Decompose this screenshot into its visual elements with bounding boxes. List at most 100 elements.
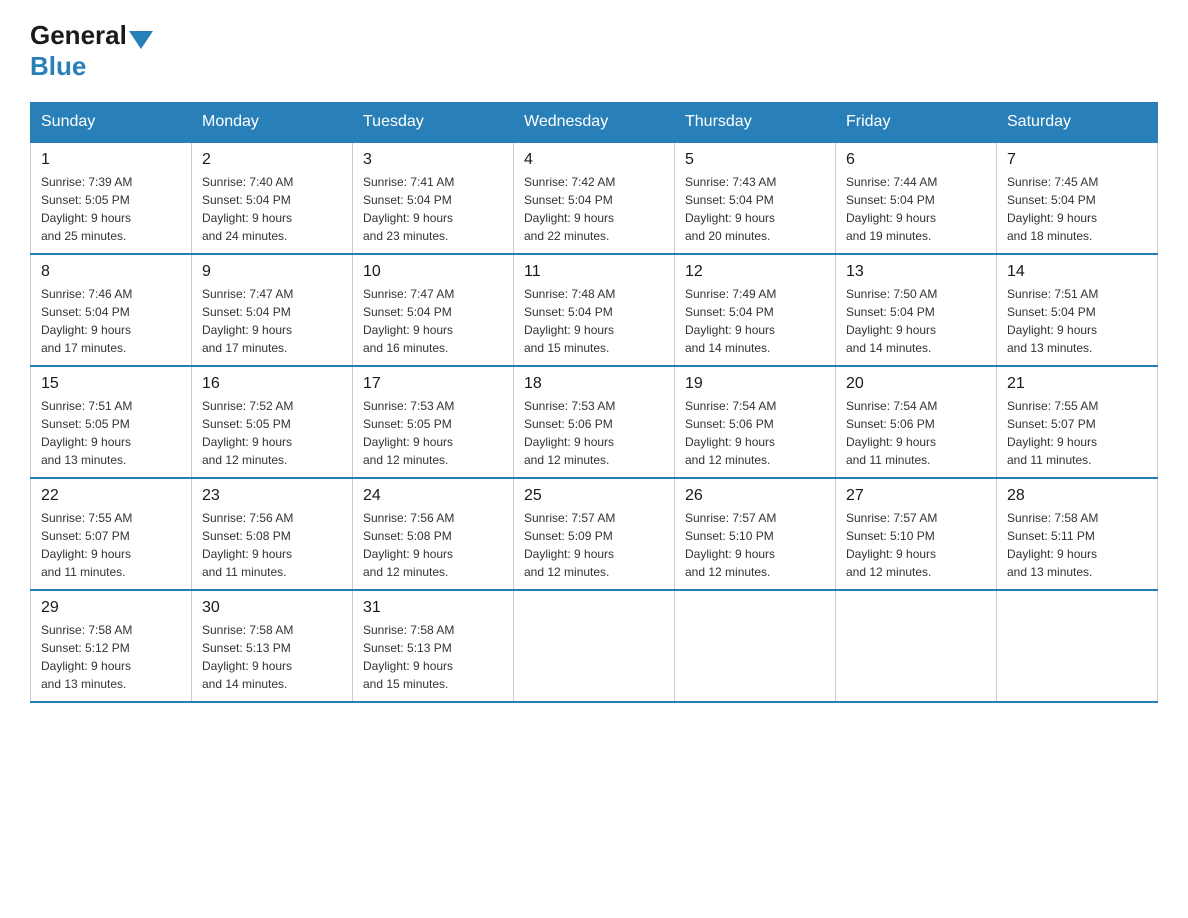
table-row: 16 Sunrise: 7:52 AMSunset: 5:05 PMDaylig… [192, 366, 353, 478]
day-number: 8 [41, 263, 181, 281]
table-row [997, 590, 1158, 702]
table-row: 1 Sunrise: 7:39 AMSunset: 5:05 PMDayligh… [31, 142, 192, 254]
day-number: 9 [202, 263, 342, 281]
col-thursday: Thursday [675, 103, 836, 143]
col-friday: Friday [836, 103, 997, 143]
day-number: 28 [1007, 487, 1147, 505]
table-row: 12 Sunrise: 7:49 AMSunset: 5:04 PMDaylig… [675, 254, 836, 366]
day-number: 25 [524, 487, 664, 505]
table-row: 17 Sunrise: 7:53 AMSunset: 5:05 PMDaylig… [353, 366, 514, 478]
day-info: Sunrise: 7:57 AMSunset: 5:10 PMDaylight:… [846, 509, 986, 581]
day-info: Sunrise: 7:42 AMSunset: 5:04 PMDaylight:… [524, 173, 664, 245]
day-info: Sunrise: 7:40 AMSunset: 5:04 PMDaylight:… [202, 173, 342, 245]
day-number: 19 [685, 375, 825, 393]
day-info: Sunrise: 7:56 AMSunset: 5:08 PMDaylight:… [202, 509, 342, 581]
calendar-week-row: 1 Sunrise: 7:39 AMSunset: 5:05 PMDayligh… [31, 142, 1158, 254]
day-number: 4 [524, 151, 664, 169]
day-info: Sunrise: 7:39 AMSunset: 5:05 PMDaylight:… [41, 173, 181, 245]
day-number: 11 [524, 263, 664, 281]
table-row: 6 Sunrise: 7:44 AMSunset: 5:04 PMDayligh… [836, 142, 997, 254]
day-info: Sunrise: 7:43 AMSunset: 5:04 PMDaylight:… [685, 173, 825, 245]
day-number: 16 [202, 375, 342, 393]
day-number: 30 [202, 599, 342, 617]
table-row: 24 Sunrise: 7:56 AMSunset: 5:08 PMDaylig… [353, 478, 514, 590]
day-info: Sunrise: 7:57 AMSunset: 5:10 PMDaylight:… [685, 509, 825, 581]
day-number: 15 [41, 375, 181, 393]
table-row: 4 Sunrise: 7:42 AMSunset: 5:04 PMDayligh… [514, 142, 675, 254]
calendar-week-row: 22 Sunrise: 7:55 AMSunset: 5:07 PMDaylig… [31, 478, 1158, 590]
day-number: 31 [363, 599, 503, 617]
logo-blue-text: Blue [30, 51, 86, 82]
table-row: 22 Sunrise: 7:55 AMSunset: 5:07 PMDaylig… [31, 478, 192, 590]
logo-general-text: General [30, 20, 127, 51]
table-row: 15 Sunrise: 7:51 AMSunset: 5:05 PMDaylig… [31, 366, 192, 478]
day-number: 13 [846, 263, 986, 281]
table-row: 9 Sunrise: 7:47 AMSunset: 5:04 PMDayligh… [192, 254, 353, 366]
table-row [836, 590, 997, 702]
day-number: 26 [685, 487, 825, 505]
day-number: 14 [1007, 263, 1147, 281]
logo-arrow-icon [129, 31, 153, 49]
day-info: Sunrise: 7:53 AMSunset: 5:05 PMDaylight:… [363, 397, 503, 469]
day-info: Sunrise: 7:52 AMSunset: 5:05 PMDaylight:… [202, 397, 342, 469]
col-monday: Monday [192, 103, 353, 143]
day-info: Sunrise: 7:44 AMSunset: 5:04 PMDaylight:… [846, 173, 986, 245]
day-number: 27 [846, 487, 986, 505]
day-number: 18 [524, 375, 664, 393]
table-row: 23 Sunrise: 7:56 AMSunset: 5:08 PMDaylig… [192, 478, 353, 590]
day-info: Sunrise: 7:58 AMSunset: 5:13 PMDaylight:… [363, 621, 503, 693]
day-info: Sunrise: 7:47 AMSunset: 5:04 PMDaylight:… [202, 285, 342, 357]
col-saturday: Saturday [997, 103, 1158, 143]
calendar-table: Sunday Monday Tuesday Wednesday Thursday… [30, 102, 1158, 703]
table-row: 18 Sunrise: 7:53 AMSunset: 5:06 PMDaylig… [514, 366, 675, 478]
page-header: General Blue [30, 20, 1158, 82]
table-row: 28 Sunrise: 7:58 AMSunset: 5:11 PMDaylig… [997, 478, 1158, 590]
day-info: Sunrise: 7:51 AMSunset: 5:04 PMDaylight:… [1007, 285, 1147, 357]
day-info: Sunrise: 7:48 AMSunset: 5:04 PMDaylight:… [524, 285, 664, 357]
table-row: 25 Sunrise: 7:57 AMSunset: 5:09 PMDaylig… [514, 478, 675, 590]
table-row: 11 Sunrise: 7:48 AMSunset: 5:04 PMDaylig… [514, 254, 675, 366]
day-info: Sunrise: 7:58 AMSunset: 5:12 PMDaylight:… [41, 621, 181, 693]
day-number: 6 [846, 151, 986, 169]
day-info: Sunrise: 7:49 AMSunset: 5:04 PMDaylight:… [685, 285, 825, 357]
day-number: 5 [685, 151, 825, 169]
day-info: Sunrise: 7:47 AMSunset: 5:04 PMDaylight:… [363, 285, 503, 357]
day-info: Sunrise: 7:54 AMSunset: 5:06 PMDaylight:… [846, 397, 986, 469]
day-info: Sunrise: 7:58 AMSunset: 5:13 PMDaylight:… [202, 621, 342, 693]
table-row: 8 Sunrise: 7:46 AMSunset: 5:04 PMDayligh… [31, 254, 192, 366]
table-row: 10 Sunrise: 7:47 AMSunset: 5:04 PMDaylig… [353, 254, 514, 366]
day-info: Sunrise: 7:53 AMSunset: 5:06 PMDaylight:… [524, 397, 664, 469]
table-row: 20 Sunrise: 7:54 AMSunset: 5:06 PMDaylig… [836, 366, 997, 478]
table-row: 14 Sunrise: 7:51 AMSunset: 5:04 PMDaylig… [997, 254, 1158, 366]
day-info: Sunrise: 7:46 AMSunset: 5:04 PMDaylight:… [41, 285, 181, 357]
day-info: Sunrise: 7:57 AMSunset: 5:09 PMDaylight:… [524, 509, 664, 581]
col-sunday: Sunday [31, 103, 192, 143]
table-row: 31 Sunrise: 7:58 AMSunset: 5:13 PMDaylig… [353, 590, 514, 702]
day-number: 7 [1007, 151, 1147, 169]
day-info: Sunrise: 7:45 AMSunset: 5:04 PMDaylight:… [1007, 173, 1147, 245]
day-info: Sunrise: 7:58 AMSunset: 5:11 PMDaylight:… [1007, 509, 1147, 581]
day-info: Sunrise: 7:41 AMSunset: 5:04 PMDaylight:… [363, 173, 503, 245]
table-row: 29 Sunrise: 7:58 AMSunset: 5:12 PMDaylig… [31, 590, 192, 702]
calendar-header-row: Sunday Monday Tuesday Wednesday Thursday… [31, 103, 1158, 143]
calendar-week-row: 29 Sunrise: 7:58 AMSunset: 5:12 PMDaylig… [31, 590, 1158, 702]
day-info: Sunrise: 7:54 AMSunset: 5:06 PMDaylight:… [685, 397, 825, 469]
table-row [514, 590, 675, 702]
day-info: Sunrise: 7:51 AMSunset: 5:05 PMDaylight:… [41, 397, 181, 469]
day-number: 2 [202, 151, 342, 169]
day-number: 3 [363, 151, 503, 169]
table-row: 7 Sunrise: 7:45 AMSunset: 5:04 PMDayligh… [997, 142, 1158, 254]
day-info: Sunrise: 7:55 AMSunset: 5:07 PMDaylight:… [41, 509, 181, 581]
day-info: Sunrise: 7:55 AMSunset: 5:07 PMDaylight:… [1007, 397, 1147, 469]
calendar-week-row: 8 Sunrise: 7:46 AMSunset: 5:04 PMDayligh… [31, 254, 1158, 366]
table-row: 19 Sunrise: 7:54 AMSunset: 5:06 PMDaylig… [675, 366, 836, 478]
logo: General Blue [30, 20, 155, 82]
table-row [675, 590, 836, 702]
day-number: 17 [363, 375, 503, 393]
table-row: 2 Sunrise: 7:40 AMSunset: 5:04 PMDayligh… [192, 142, 353, 254]
day-number: 24 [363, 487, 503, 505]
day-info: Sunrise: 7:50 AMSunset: 5:04 PMDaylight:… [846, 285, 986, 357]
table-row: 30 Sunrise: 7:58 AMSunset: 5:13 PMDaylig… [192, 590, 353, 702]
table-row: 26 Sunrise: 7:57 AMSunset: 5:10 PMDaylig… [675, 478, 836, 590]
day-number: 20 [846, 375, 986, 393]
